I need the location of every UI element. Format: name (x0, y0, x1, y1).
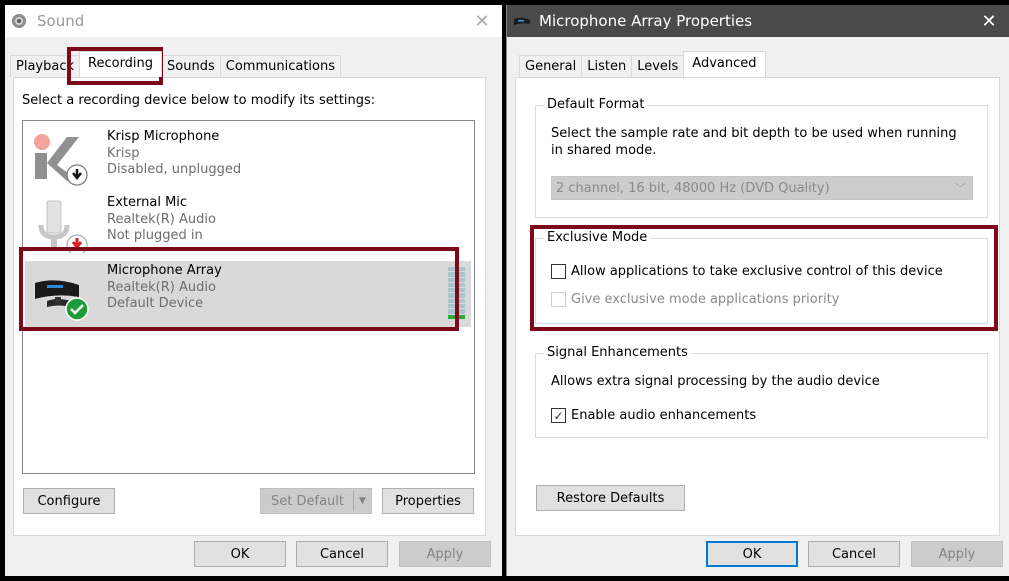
tab-levels[interactable]: Levels (631, 55, 685, 77)
properties-tabs: General Listen Levels Advanced (519, 51, 766, 77)
level-segment (448, 298, 465, 304)
level-segment (448, 288, 465, 293)
krisp-icon (34, 134, 88, 186)
dropdown-arrow-icon[interactable]: ▼ (353, 491, 371, 511)
sound-tabs: Playback Recording Sounds Communications (10, 51, 342, 77)
level-segment (448, 272, 465, 277)
exclusive-mode-label: Exclusive Mode (544, 230, 651, 245)
level-segment (448, 293, 465, 298)
level-segment (448, 277, 465, 282)
sound-titlebar[interactable]: Sound ✕ (5, 5, 502, 37)
default-format-description: Select the sample rate and bit depth to … (551, 126, 957, 158)
signal-enhancements-label: Signal Enhancements (544, 345, 691, 360)
webcam-mic-icon (514, 17, 530, 25)
level-segment (448, 304, 465, 309)
webcam-mic-icon (35, 280, 89, 321)
speaker-icon (12, 14, 26, 28)
device-status: Not plugged in (107, 228, 203, 243)
allow-exclusive-checkbox-row[interactable]: Allow applications to take exclusive con… (551, 264, 943, 279)
sound-dialog: Sound ✕ Playback Recording Sounds Commun… (5, 5, 502, 576)
chevron-down-icon: ﹀ (955, 182, 966, 195)
properties-button[interactable]: Properties (382, 488, 474, 514)
give-priority-checkbox[interactable] (551, 292, 566, 307)
sample-rate-dropdown[interactable]: 2 channel, 16 bit, 48000 Hz (DVD Quality… (551, 176, 973, 200)
level-segment (448, 314, 465, 319)
tab-sounds[interactable]: Sounds (161, 55, 221, 77)
advanced-panel: Default Format Select the sample rate an… (515, 77, 1000, 536)
device-name: Microphone Array (107, 263, 222, 278)
give-priority-checkbox-row[interactable]: Give exclusive mode applications priorit… (551, 292, 839, 307)
enable-enhancements-checkbox[interactable]: ✓ (551, 408, 566, 423)
properties-titlebar[interactable]: Microphone Array Properties ✕ (507, 5, 1009, 37)
device-item-microphone-array[interactable]: Microphone Array Realtek(R) Audio Defaul… (25, 261, 471, 327)
set-default-button[interactable]: Set Default ▼ (260, 488, 372, 514)
cancel-button[interactable]: Cancel (296, 541, 388, 567)
window-title: Microphone Array Properties (539, 12, 753, 30)
enable-enhancements-checkbox-row[interactable]: ✓ Enable audio enhancements (551, 408, 756, 423)
level-segment (448, 309, 465, 314)
device-list[interactable]: Krisp Microphone Krisp Disabled, unplugg… (22, 120, 475, 474)
sample-rate-value: 2 channel, 16 bit, 48000 Hz (DVD Quality… (556, 180, 830, 196)
instruction-text: Select a recording device below to modif… (22, 93, 376, 108)
properties-dialog: Microphone Array Properties ✕ General Li… (506, 5, 1009, 576)
device-driver: Realtek(R) Audio (107, 279, 216, 295)
apply-button[interactable]: Apply (399, 541, 491, 567)
allow-exclusive-checkbox[interactable] (551, 264, 566, 279)
device-name: External Mic (107, 195, 188, 210)
device-driver: Krisp (107, 145, 140, 161)
device-status: Disabled, unplugged (107, 162, 242, 177)
tab-advanced[interactable]: Advanced (683, 51, 766, 77)
signal-enhancements-group: Signal Enhancements Allows extra signal … (535, 345, 988, 438)
cancel-button[interactable]: Cancel (808, 541, 900, 567)
tab-recording[interactable]: Recording (79, 51, 163, 77)
tab-playback[interactable]: Playback (10, 55, 81, 77)
signal-enhancements-description: Allows extra signal processing by the au… (551, 374, 880, 389)
close-button[interactable]: ✕ (977, 9, 1001, 33)
device-name: Krisp Microphone (107, 129, 220, 144)
microphone-icon (38, 200, 88, 253)
configure-button[interactable]: Configure (23, 488, 115, 514)
device-status: Default Device (107, 296, 204, 311)
level-segment (448, 267, 465, 272)
device-item-krisp-microphone[interactable]: Krisp Microphone Krisp Disabled, unplugg… (25, 127, 471, 193)
restore-defaults-button[interactable]: Restore Defaults (536, 485, 685, 511)
tab-general[interactable]: General (519, 55, 583, 77)
ok-button[interactable]: OK (194, 541, 286, 567)
tab-listen[interactable]: Listen (581, 55, 633, 77)
device-item-external-mic[interactable]: External Mic Realtek(R) Audio Not plugge… (25, 193, 471, 253)
enable-enhancements-label[interactable]: Enable audio enhancements (571, 408, 756, 423)
apply-button[interactable]: Apply (911, 541, 1003, 567)
window-title: Sound (37, 12, 85, 30)
exclusive-mode-group: Exclusive Mode Allow applications to tak… (535, 230, 988, 324)
default-format-label: Default Format (544, 97, 648, 112)
give-priority-label[interactable]: Give exclusive mode applications priorit… (571, 292, 839, 307)
input-level-meter (448, 267, 465, 319)
set-default-label: Set Default (271, 493, 344, 509)
device-driver: Realtek(R) Audio (107, 211, 216, 227)
level-segment (448, 282, 465, 288)
close-button[interactable]: ✕ (470, 9, 494, 33)
ok-button[interactable]: OK (706, 541, 798, 567)
allow-exclusive-label[interactable]: Allow applications to take exclusive con… (571, 264, 943, 279)
tab-communications[interactable]: Communications (219, 55, 342, 77)
default-format-group: Default Format Select the sample rate an… (535, 97, 988, 218)
